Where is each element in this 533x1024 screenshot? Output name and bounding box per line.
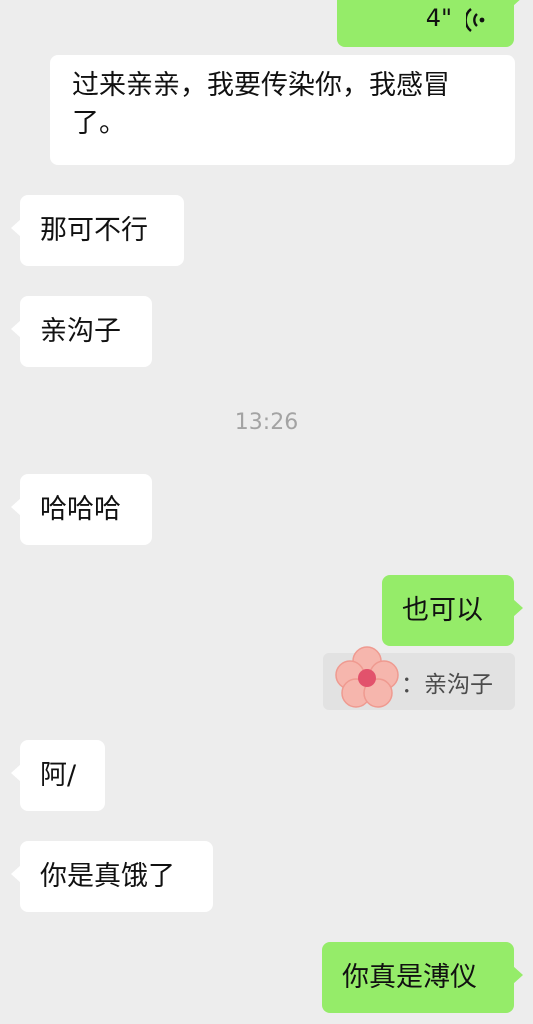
message-bubble-incoming[interactable]: 过来亲亲，我要传染你，我感冒了。 <box>50 55 515 165</box>
message-text: 你是真饿了 <box>40 860 175 892</box>
quote-separator: ： <box>401 671 424 698</box>
message-bubble-incoming[interactable]: 你是真饿了 <box>11 841 213 912</box>
message-text: 阿/ <box>40 759 77 791</box>
flower-avatar-icon <box>330 645 404 711</box>
message-text: 那可不行 <box>40 214 148 246</box>
message-text: 你真是溥仪 <box>342 961 477 993</box>
voice-message-bubble[interactable]: 4" <box>337 0 523 47</box>
message-bubble-outgoing[interactable]: 也可以 <box>382 575 523 646</box>
message-text: 过来亲亲，我要传染你，我感冒了。 <box>72 70 450 139</box>
message-bubble-incoming[interactable]: 那可不行 <box>11 195 184 266</box>
message-text: 亲沟子 <box>40 315 121 347</box>
chat-timestamp: 13:26 <box>234 410 299 435</box>
message-bubble-incoming[interactable]: 哈哈哈 <box>11 474 152 545</box>
voice-duration: 4" <box>425 3 452 32</box>
message-text: 也可以 <box>402 594 483 626</box>
message-text: 哈哈哈 <box>40 493 121 525</box>
message-bubble-outgoing[interactable]: 你真是溥仪 <box>322 942 523 1013</box>
message-bubble-incoming[interactable]: 阿/ <box>11 740 105 811</box>
message-bubble-incoming[interactable]: 亲沟子 <box>11 296 152 367</box>
quote-text: 亲沟子 <box>424 671 493 698</box>
voice-wave-icon <box>464 5 488 32</box>
